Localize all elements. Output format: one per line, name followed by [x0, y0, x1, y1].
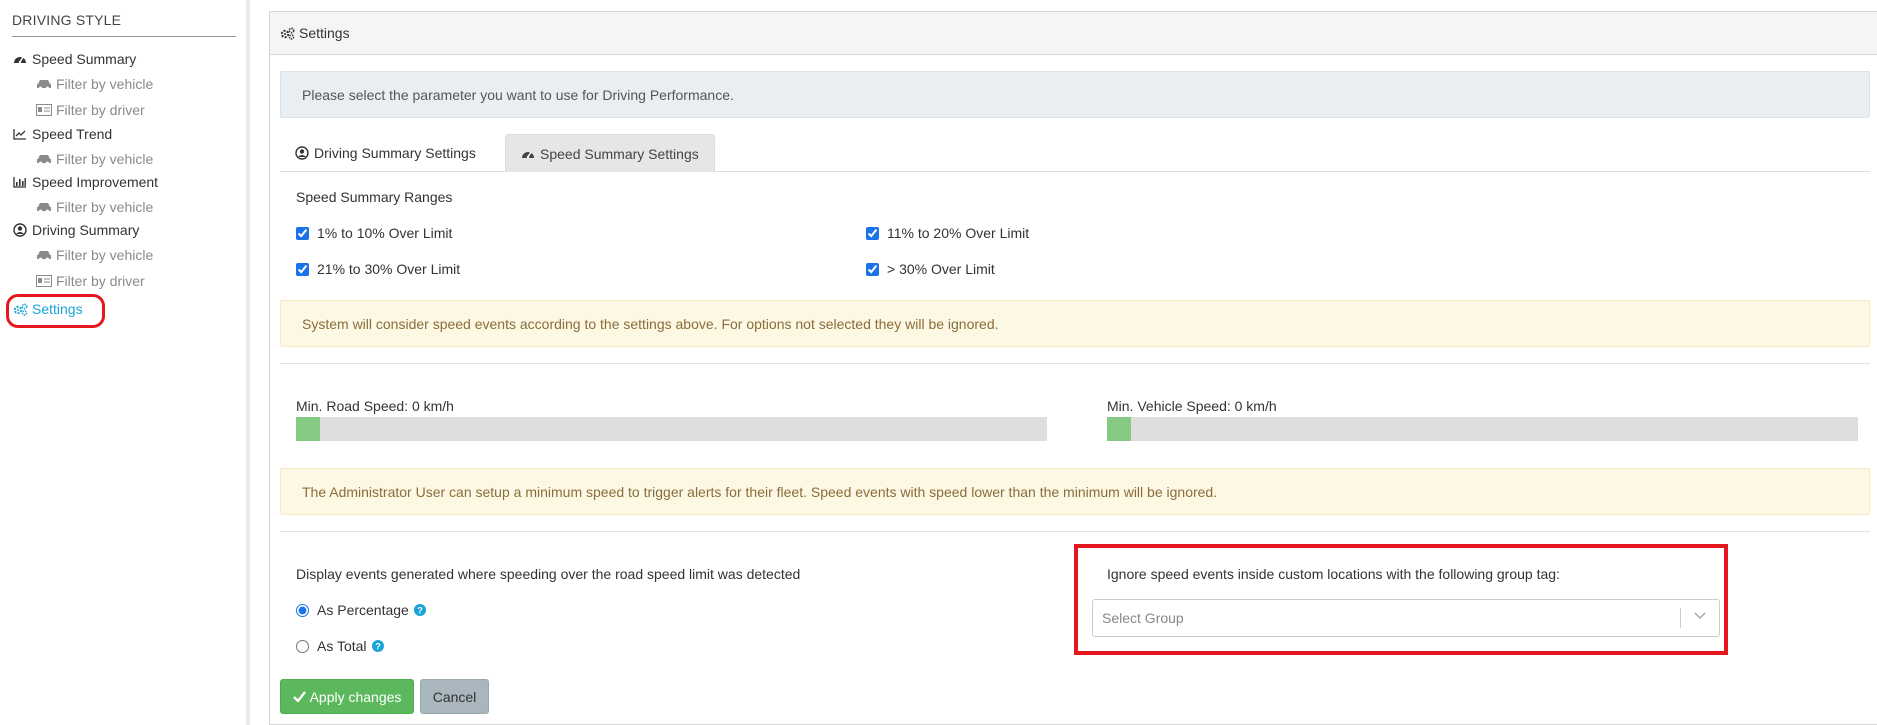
- sidebar-item-label: Filter by vehicle: [56, 247, 154, 263]
- sidebar-item-label: Filter by vehicle: [56, 76, 154, 92]
- checkbox-label: 11% to 20% Over Limit: [887, 225, 1030, 241]
- display-events-label: Display events generated where speeding …: [296, 566, 801, 582]
- apply-label: Apply changes: [309, 688, 402, 705]
- sidebar-item-speed-trend-vehicle[interactable]: Filter by vehicle: [36, 151, 153, 167]
- sidebar-item-speed-summary-driver[interactable]: Filter by driver: [36, 102, 145, 118]
- range-1-10-checkbox[interactable]: 1% to 10% Over Limit: [296, 225, 452, 241]
- user-circle-icon: [13, 223, 29, 237]
- sidebar-item-speed-improvement-vehicle[interactable]: Filter by vehicle: [36, 199, 153, 215]
- speed-ranges-label: Speed Summary Ranges: [296, 189, 453, 205]
- min-vehicle-speed-label: Min. Vehicle Speed: 0 km/h: [1107, 398, 1277, 414]
- min-vehicle-speed-slider[interactable]: [1107, 417, 1858, 441]
- checkbox[interactable]: [866, 262, 879, 276]
- sidebar-item-driving-summary[interactable]: Driving Summary: [13, 222, 139, 238]
- slider-handle[interactable]: [1107, 417, 1131, 441]
- checkbox[interactable]: [296, 226, 309, 240]
- checkbox-label: 21% to 30% Over Limit: [317, 261, 461, 277]
- panel-header: Settings: [270, 12, 1877, 55]
- line-chart-icon: [13, 127, 29, 141]
- tab-bar: Driving Summary Settings Speed Summary S…: [280, 134, 1870, 172]
- sidebar-item-label: Filter by vehicle: [56, 199, 154, 215]
- sidebar-item-speed-summary[interactable]: Speed Summary: [13, 51, 136, 67]
- sidebar-item-speed-trend[interactable]: Speed Trend: [13, 126, 112, 142]
- settings-panel: Settings Please select the parameter you…: [269, 11, 1877, 725]
- sidebar-item-speed-summary-vehicle[interactable]: Filter by vehicle: [36, 76, 153, 92]
- dashboard-icon: [521, 148, 535, 160]
- id-card-icon: [36, 274, 52, 288]
- speed-warning: The Administrator User can setup a minim…: [280, 468, 1870, 515]
- tab-label: Driving Summary Settings: [314, 145, 476, 161]
- tab-speed-summary-settings[interactable]: Speed Summary Settings: [505, 134, 715, 172]
- user-circle-icon: [295, 146, 309, 160]
- radio[interactable]: [296, 603, 309, 617]
- id-card-icon: [36, 103, 52, 117]
- range-over-30-checkbox[interactable]: > 30% Over Limit: [866, 261, 995, 277]
- sidebar-item-label: Speed Improvement: [32, 174, 159, 190]
- dashboard-icon: [13, 52, 29, 66]
- checkbox[interactable]: [866, 226, 879, 240]
- divider: [280, 363, 1870, 364]
- apply-changes-button[interactable]: Apply changes: [280, 679, 414, 714]
- help-icon[interactable]: ?: [371, 640, 384, 652]
- svg-text:?: ?: [375, 642, 381, 652]
- checkbox-label: > 30% Over Limit: [887, 261, 995, 277]
- tab-driving-summary-settings[interactable]: Driving Summary Settings: [280, 134, 495, 172]
- min-road-speed-slider[interactable]: [296, 417, 1047, 441]
- min-road-speed-label: Min. Road Speed: 0 km/h: [296, 398, 454, 414]
- info-message: Please select the parameter you want to …: [280, 71, 1870, 118]
- range-21-30-checkbox[interactable]: 21% to 30% Over Limit: [296, 261, 460, 277]
- as-percentage-radio[interactable]: As Percentage ?: [296, 602, 426, 618]
- sidebar-item-speed-improvement[interactable]: Speed Improvement: [13, 174, 158, 190]
- bar-chart-icon: [13, 175, 29, 189]
- slider-handle[interactable]: [296, 417, 320, 441]
- highlight-annotation: [1074, 544, 1728, 655]
- sidebar-item-label: Speed Trend: [32, 126, 113, 142]
- help-icon[interactable]: ?: [413, 604, 426, 616]
- radio[interactable]: [296, 639, 309, 653]
- checkbox-label: 1% to 10% Over Limit: [317, 225, 453, 241]
- sidebar-item-label: Filter by driver: [56, 273, 145, 289]
- svg-text:?: ?: [417, 606, 423, 616]
- car-icon: [36, 77, 52, 91]
- ranges-warning: System will consider speed events accord…: [280, 300, 1870, 347]
- car-icon: [36, 248, 52, 262]
- sidebar-item-driving-summary-vehicle[interactable]: Filter by vehicle: [36, 247, 153, 263]
- panel-title: Settings: [299, 25, 350, 41]
- gears-icon: [280, 26, 295, 40]
- sidebar-item-driving-summary-driver[interactable]: Filter by driver: [36, 273, 145, 289]
- car-icon: [36, 152, 52, 166]
- sidebar-item-label: Filter by driver: [56, 102, 145, 118]
- divider: [280, 531, 1870, 532]
- sidebar-item-label: Filter by vehicle: [56, 151, 154, 167]
- highlight-annotation: [6, 294, 105, 328]
- check-icon: [292, 691, 306, 702]
- sidebar-item-label: Driving Summary: [32, 222, 140, 238]
- checkbox[interactable]: [296, 262, 309, 276]
- sidebar-heading: DRIVING STYLE: [12, 12, 236, 37]
- sidebar-item-label: Speed Summary: [32, 51, 137, 67]
- car-icon: [36, 200, 52, 214]
- radio-label: As Percentage: [317, 602, 409, 618]
- cancel-button[interactable]: Cancel: [420, 679, 489, 714]
- radio-label: As Total: [317, 638, 367, 654]
- range-11-20-checkbox[interactable]: 11% to 20% Over Limit: [866, 225, 1029, 241]
- tab-label: Speed Summary Settings: [540, 145, 699, 162]
- as-total-radio[interactable]: As Total ?: [296, 638, 384, 654]
